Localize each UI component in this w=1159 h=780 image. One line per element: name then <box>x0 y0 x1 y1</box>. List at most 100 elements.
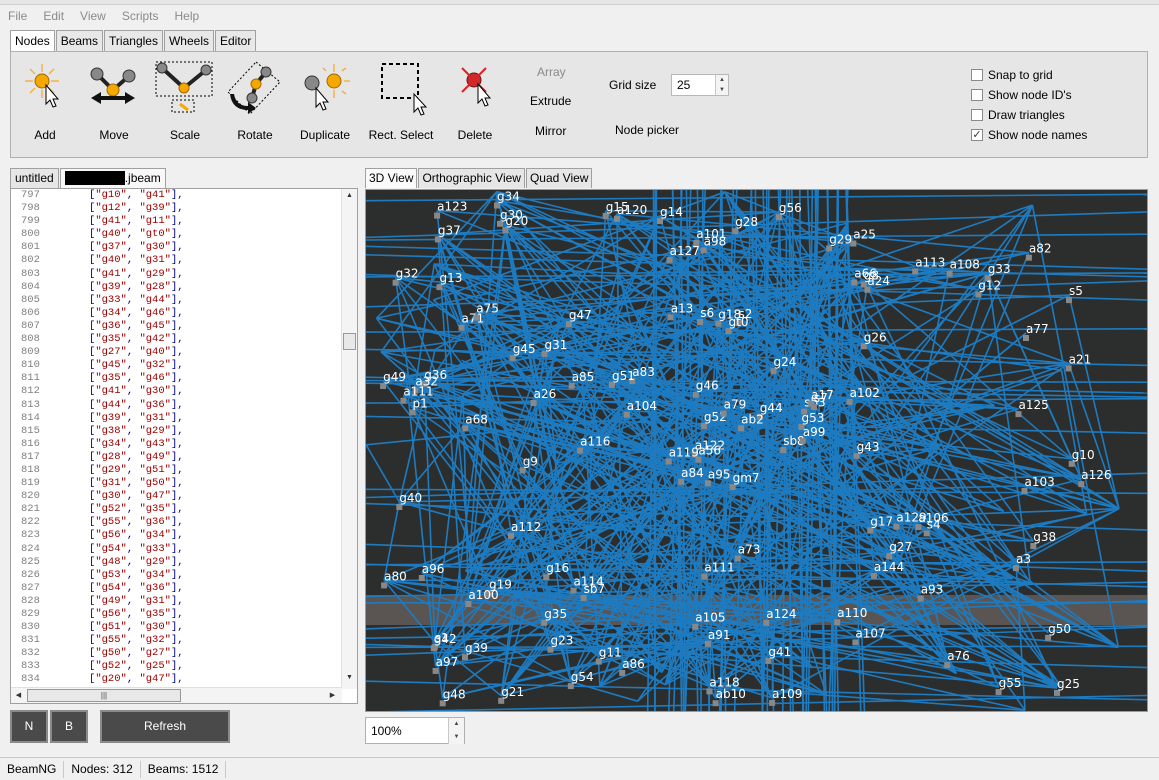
tab-3d-view[interactable]: 3D View <box>365 168 418 188</box>
code-line[interactable]: ["g27", "g40"], <box>89 346 339 359</box>
jbeam-code-editor[interactable]: 797 798 799 800 801 802 803 804 805 806 807 808 809 8… <box>10 188 358 704</box>
code-line[interactable]: ["g48", "g29"], <box>89 556 339 569</box>
code-line[interactable]: ["g12", "g39"], <box>89 202 339 215</box>
delete-tool-button[interactable]: Delete <box>439 60 511 142</box>
tab-beams[interactable]: Beams <box>55 30 104 51</box>
add-tool-button[interactable]: Add <box>9 60 81 142</box>
spin-up-icon[interactable]: ▲ <box>715 75 728 85</box>
code-line[interactable]: ["g31", "g50"], <box>89 477 339 490</box>
beam <box>384 694 1147 711</box>
rect-select-tool-button[interactable]: Rect. Select <box>365 60 437 142</box>
zoom-up-icon[interactable]: ▲ <box>448 718 464 731</box>
scale-tool-button[interactable]: Scale <box>149 60 221 142</box>
scale-label: Scale <box>169 128 201 142</box>
scroll-thumb[interactable] <box>343 333 356 350</box>
3d-viewport[interactable]: gm7 a71 a56 s1 sb3 sb7 a25 s2 g8 sb8 g20 g25 a68 s5 a8… <box>365 189 1148 712</box>
tab-triangles[interactable]: Triangles <box>104 30 163 51</box>
line-number: 831 <box>21 634 40 647</box>
code-line[interactable]: ["g52", "g25"], <box>89 660 339 673</box>
code-line[interactable]: ["g35", "g42"], <box>89 333 339 346</box>
code-line[interactable]: ["g55", "g36"], <box>89 516 339 529</box>
horizontal-scrollbar[interactable]: ◀ ||| ▶ <box>11 687 342 703</box>
file-tab-untitled[interactable]: untitled <box>10 168 59 188</box>
vertical-scrollbar[interactable]: ▲ ▼ <box>341 189 357 689</box>
code-line[interactable]: ["g33", "g44"], <box>89 294 339 307</box>
code-line[interactable]: ["g29", "g51"], <box>89 464 339 477</box>
code-line[interactable]: ["g53", "g34"], <box>89 569 339 582</box>
code-line[interactable]: ["g41", "g29"], <box>89 268 339 281</box>
snap-to-grid-checkbox[interactable]: Snap to grid <box>971 68 1053 82</box>
code-line[interactable]: ["g56", "g35"], <box>89 608 339 621</box>
zoom-spinbox[interactable]: 100% ▲ ▼ <box>365 717 465 744</box>
menu-help[interactable]: Help <box>167 9 208 23</box>
node-name-label: g35 <box>544 607 567 621</box>
scroll-left-icon[interactable]: ◀ <box>11 689 26 703</box>
code-line[interactable]: ["g54", "g36"], <box>89 582 339 595</box>
menu-view[interactable]: View <box>72 9 114 23</box>
file-tab-current[interactable]: .jbeam <box>59 168 166 188</box>
code-line[interactable]: ["g45", "g32"], <box>89 359 339 372</box>
tab-quad-view[interactable]: Quad View <box>525 168 593 188</box>
array-button[interactable]: Array <box>537 65 566 79</box>
extrude-button[interactable]: Extrude <box>530 94 571 108</box>
code-line[interactable]: ["g52", "g35"], <box>89 503 339 516</box>
menu-file[interactable]: File <box>0 9 35 23</box>
node-name-label: a80 <box>384 569 407 583</box>
tab-wheels[interactable]: Wheels <box>163 30 214 51</box>
n-button[interactable]: N <box>10 710 48 743</box>
code-line[interactable]: ["g44", "g36"], <box>89 399 339 412</box>
code-line[interactable]: ["g54", "g33"], <box>89 543 339 556</box>
node-name-label: s6 <box>700 306 714 320</box>
node-name-label: a125 <box>1019 398 1049 412</box>
code-line[interactable]: ["g39", "g31"], <box>89 412 339 425</box>
code-line[interactable]: ["g28", "g49"], <box>89 451 339 464</box>
view-tabs: 3D View Orthographic View Quad View <box>365 168 593 188</box>
code-line[interactable]: ["g40", "g31"], <box>89 254 339 267</box>
code-line[interactable]: ["g38", "g29"], <box>89 425 339 438</box>
code-line[interactable]: ["g51", "g30"], <box>89 621 339 634</box>
mirror-button[interactable]: Mirror <box>535 124 566 138</box>
node-picker-button[interactable]: Node picker <box>615 123 679 137</box>
code-line[interactable]: ["g40", "gt0"], <box>89 228 339 241</box>
duplicate-tool-button[interactable]: Duplicate <box>289 60 361 142</box>
beam-node-b: "g11" <box>139 215 171 228</box>
code-line[interactable]: ["g41", "g11"], <box>89 215 339 228</box>
refresh-button[interactable]: Refresh <box>100 710 230 743</box>
scroll-up-icon[interactable]: ▲ <box>342 189 357 203</box>
menu-edit[interactable]: Edit <box>35 9 72 23</box>
node-name-label: a99 <box>803 425 826 439</box>
code-line[interactable]: ["g36", "g45"], <box>89 320 339 333</box>
tab-editor[interactable]: Editor <box>214 30 257 51</box>
show-node-ids-checkbox[interactable]: Show node ID's <box>971 88 1072 102</box>
code-line[interactable]: ["g34", "g43"], <box>89 438 339 451</box>
zoom-down-icon[interactable]: ▼ <box>448 731 464 744</box>
tab-orthographic-view[interactable]: Orthographic View <box>418 168 525 188</box>
menu-scripts[interactable]: Scripts <box>114 9 167 23</box>
code-line[interactable]: ["g56", "g34"], <box>89 529 339 542</box>
code-lines[interactable]: ["g10", "g41"], ["g12", "g39"], ["g41", "g… <box>89 189 339 685</box>
code-line[interactable]: ["g39", "g28"], <box>89 281 339 294</box>
code-line[interactable]: ["g20", "g47"], <box>89 673 339 686</box>
move-tool-button[interactable]: Move <box>78 60 150 142</box>
rotate-tool-button[interactable]: Rotate <box>219 60 291 142</box>
draw-triangles-checkbox[interactable]: Draw triangles <box>971 108 1065 122</box>
code-line[interactable]: ["g30", "g47"], <box>89 490 339 503</box>
spin-down-icon[interactable]: ▼ <box>715 85 728 95</box>
code-line[interactable]: ["g34", "g46"], <box>89 307 339 320</box>
scroll-right-icon[interactable]: ▶ <box>325 689 340 703</box>
code-line[interactable]: ["g37", "g30"], <box>89 241 339 254</box>
b-button[interactable]: B <box>50 710 88 743</box>
code-line[interactable]: ["g49", "g31"], <box>89 595 339 608</box>
scroll-down-icon[interactable]: ▼ <box>342 671 357 685</box>
tab-nodes[interactable]: Nodes <box>10 30 55 52</box>
code-line[interactable]: ["g55", "g32"], <box>89 634 339 647</box>
beam-mesh-render[interactable]: gm7a71a56s1sb3sb7a25s2g8sb8g20g25a68s5a8… <box>366 190 1148 712</box>
code-line[interactable]: ["g50", "g27"], <box>89 647 339 660</box>
code-line[interactable]: ["g41", "g30"], <box>89 385 339 398</box>
hscroll-thumb[interactable]: ||| <box>27 689 181 702</box>
code-line[interactable]: ["g35", "g46"], <box>89 372 339 385</box>
node-name-label: a86 <box>622 657 645 671</box>
code-line[interactable]: ["g10", "g41"], <box>89 189 339 202</box>
grid-size-spinbox[interactable]: 25 ▲ ▼ <box>671 74 729 96</box>
show-node-names-checkbox[interactable]: ✓ Show node names <box>971 128 1087 142</box>
